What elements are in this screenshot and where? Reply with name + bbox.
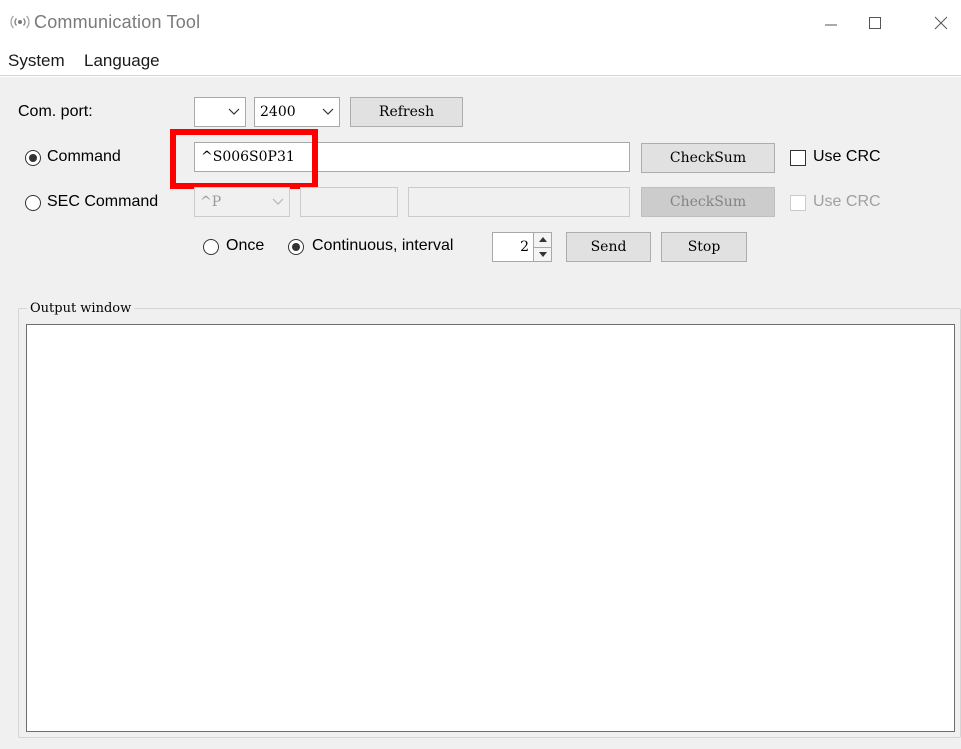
command-radio[interactable]	[25, 150, 41, 166]
maximize-button[interactable]	[852, 0, 898, 46]
client-area: Com. port: 2400 Refresh Command ^S006S0P…	[0, 77, 961, 749]
baud-rate-select[interactable]: 2400	[254, 97, 340, 127]
checksum-button[interactable]: CheckSum	[641, 143, 775, 173]
baud-rate-value: 2400	[260, 104, 296, 120]
close-icon	[934, 16, 948, 30]
sec-field-1[interactable]	[300, 187, 398, 217]
com-port-label: Com. port:	[18, 103, 93, 120]
signal-waves-icon	[10, 14, 30, 30]
output-window[interactable]	[26, 324, 955, 732]
sec-prefix-value: ^P	[200, 194, 222, 210]
sec-use-crc-checkbox[interactable]	[790, 195, 806, 211]
use-crc-label: Use CRC	[813, 148, 881, 165]
stop-button[interactable]: Stop	[661, 232, 747, 262]
window-title: Communication Tool	[34, 12, 201, 32]
output-window-label: Output window	[27, 301, 135, 316]
sec-command-radio-label: SEC Command	[47, 193, 159, 210]
once-radio[interactable]	[203, 239, 219, 255]
close-button[interactable]	[918, 0, 961, 46]
refresh-button[interactable]: Refresh	[350, 97, 463, 127]
maximize-icon	[869, 17, 881, 29]
once-label: Once	[226, 237, 265, 254]
command-radio-label: Command	[47, 148, 121, 165]
sec-checksum-button[interactable]: CheckSum	[641, 187, 775, 217]
com-port-select[interactable]	[194, 97, 246, 127]
chevron-down-icon	[223, 98, 245, 126]
menu-language[interactable]: Language	[84, 51, 160, 71]
minimize-button[interactable]	[808, 0, 854, 46]
highlight-box	[170, 129, 318, 189]
sec-prefix-select[interactable]: ^P	[194, 187, 290, 217]
continuous-radio[interactable]	[288, 239, 304, 255]
interval-spinner[interactable]: 2	[492, 232, 552, 262]
menu-bar: System Language	[0, 46, 961, 76]
sec-field-2[interactable]	[408, 187, 630, 217]
spin-up-icon[interactable]	[534, 233, 551, 247]
sec-use-crc-label: Use CRC	[813, 193, 881, 210]
continuous-label: Continuous, interval	[312, 237, 454, 254]
use-crc-checkbox[interactable]	[790, 150, 806, 166]
minimize-icon	[825, 24, 837, 26]
spin-down-icon[interactable]	[534, 246, 551, 261]
chevron-down-icon	[317, 98, 339, 126]
sec-command-radio[interactable]	[25, 195, 41, 211]
send-button[interactable]: Send	[566, 232, 651, 262]
chevron-down-icon	[267, 188, 289, 216]
title-bar: Communication Tool	[0, 0, 961, 46]
menu-system[interactable]: System	[8, 51, 65, 71]
interval-value: 2	[520, 239, 529, 255]
